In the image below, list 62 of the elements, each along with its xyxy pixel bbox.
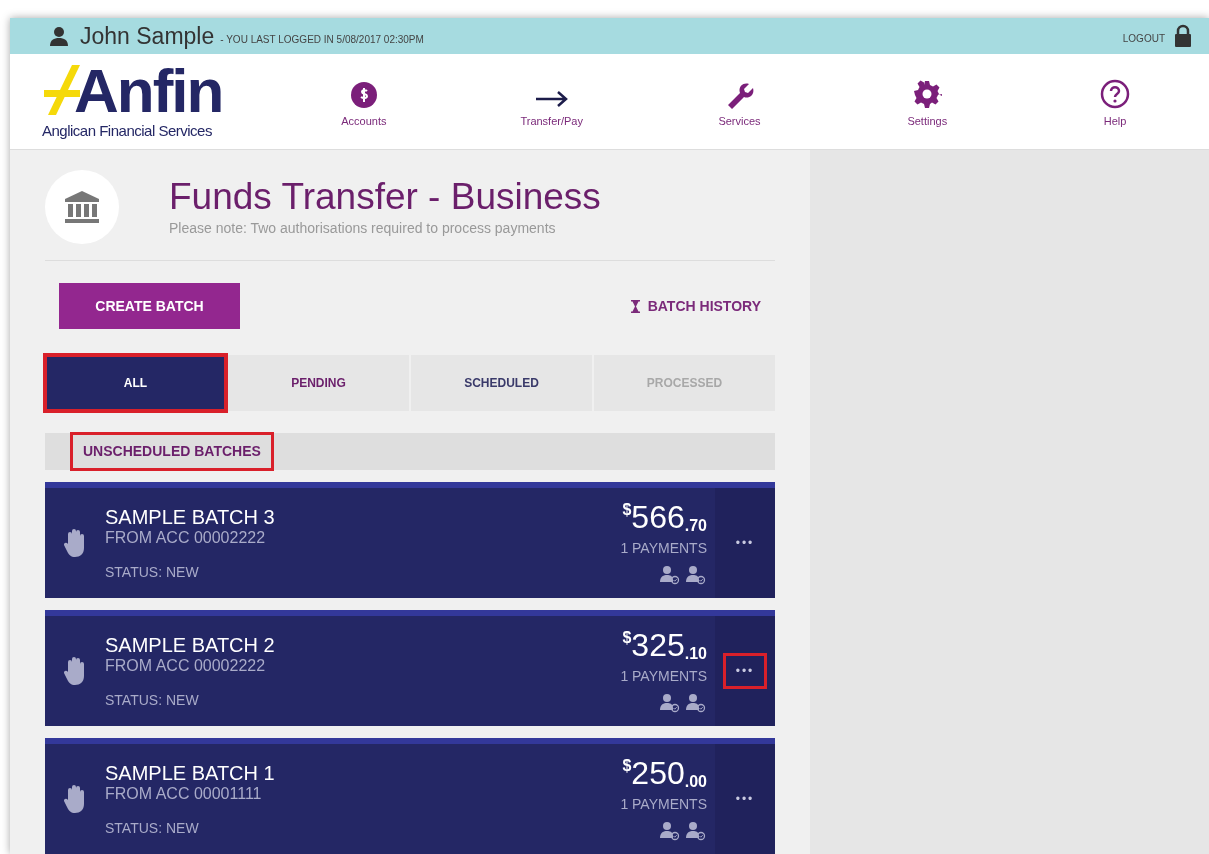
nav-item[interactable]: Services bbox=[645, 73, 834, 130]
page-note: Please note: Two authorisations required to process payments bbox=[169, 218, 557, 238]
user-name: John Sample bbox=[80, 21, 215, 51]
batch-card[interactable]: SAMPLE BATCH 2 FROM ACC 00002222 STATUS: NEW $325.10 1 PAYMENTS ••• bbox=[45, 610, 775, 726]
currency-symbol: $ bbox=[622, 628, 632, 646]
gear-icon bbox=[912, 79, 943, 109]
logo-wordmark: Anfin bbox=[74, 62, 223, 121]
batch-name: SAMPLE BATCH 3 bbox=[105, 506, 276, 528]
batch-card[interactable]: SAMPLE BATCH 3 FROM ACC 00002222 STATUS: NEW $566.70 1 PAYMENTS ••• bbox=[45, 482, 775, 598]
amount-whole: 250 bbox=[631, 756, 685, 790]
batch-name: SAMPLE BATCH 2 bbox=[105, 634, 276, 656]
arrow-right-icon bbox=[533, 89, 570, 109]
page-title: Funds Transfer - Business bbox=[169, 175, 601, 218]
amount-whole: 566 bbox=[631, 500, 685, 534]
payment-count: 1 PAYMENTS bbox=[620, 539, 707, 558]
batch-status: STATUS: NEW bbox=[105, 691, 200, 710]
hand-icon bbox=[63, 784, 87, 814]
hand-icon bbox=[63, 528, 87, 558]
hourglass-icon bbox=[630, 299, 640, 313]
amount-whole: 325 bbox=[631, 628, 685, 662]
user-check-icon bbox=[659, 565, 681, 585]
user-check-icon bbox=[659, 821, 681, 841]
batch-account: FROM ACC 00002222 bbox=[105, 656, 267, 676]
nav-item[interactable]: Transfer/Pay bbox=[457, 73, 646, 130]
amount-cents: .10 bbox=[684, 644, 707, 664]
batch-status: STATUS: NEW bbox=[105, 563, 200, 582]
amount-cents: .00 bbox=[684, 772, 707, 792]
more-button[interactable]: ••• bbox=[725, 656, 765, 686]
batch-account: FROM ACC 00001111 bbox=[105, 784, 263, 804]
currency-symbol: $ bbox=[622, 756, 632, 774]
batch-name: SAMPLE BATCH 1 bbox=[105, 762, 276, 784]
nav-item[interactable]: Settings bbox=[833, 73, 1022, 130]
more-button[interactable]: ••• bbox=[725, 528, 765, 558]
help-icon bbox=[1100, 79, 1131, 109]
hand-icon bbox=[63, 656, 87, 686]
filter-tab[interactable]: SCHEDULED bbox=[411, 355, 592, 412]
currency-symbol: $ bbox=[622, 500, 632, 518]
lock-icon bbox=[1173, 24, 1193, 48]
user-check-icon bbox=[659, 693, 681, 713]
user-check-icon bbox=[685, 693, 707, 713]
create-batch-button[interactable]: CREATE BATCH bbox=[59, 283, 240, 329]
section-heading: UNSCHEDULED BATCHES bbox=[73, 435, 271, 469]
filter-tab[interactable]: ALL bbox=[45, 355, 226, 412]
payment-count: 1 PAYMENTS bbox=[620, 667, 707, 686]
last-login-text: - YOU LAST LOGGED IN 5/08/2017 02:30PM bbox=[220, 32, 424, 47]
amount-cents: .70 bbox=[684, 516, 707, 536]
logo-tagline: Anglican Financial Services bbox=[42, 121, 213, 142]
bank-icon bbox=[63, 189, 101, 225]
filter-tab[interactable]: PENDING bbox=[228, 355, 409, 412]
batch-status: STATUS: NEW bbox=[105, 819, 200, 838]
user-check-icon bbox=[685, 565, 707, 585]
batch-card[interactable]: SAMPLE BATCH 1 FROM ACC 00001111 STATUS: NEW $250.00 1 PAYMENTS ••• bbox=[45, 738, 775, 854]
batch-history-link[interactable]: BATCH HISTORY bbox=[630, 295, 761, 317]
nav-item[interactable]: Accounts bbox=[270, 73, 458, 130]
user-icon bbox=[48, 25, 70, 47]
user-check-icon bbox=[685, 821, 707, 841]
nav-item[interactable]: Help bbox=[1021, 73, 1209, 130]
payment-count: 1 PAYMENTS bbox=[620, 795, 707, 814]
dollar-coin-icon bbox=[349, 81, 378, 109]
more-button[interactable]: ••• bbox=[725, 784, 765, 814]
batch-account: FROM ACC 00002222 bbox=[105, 528, 267, 548]
logout-link[interactable]: LOGOUT bbox=[1122, 30, 1165, 46]
